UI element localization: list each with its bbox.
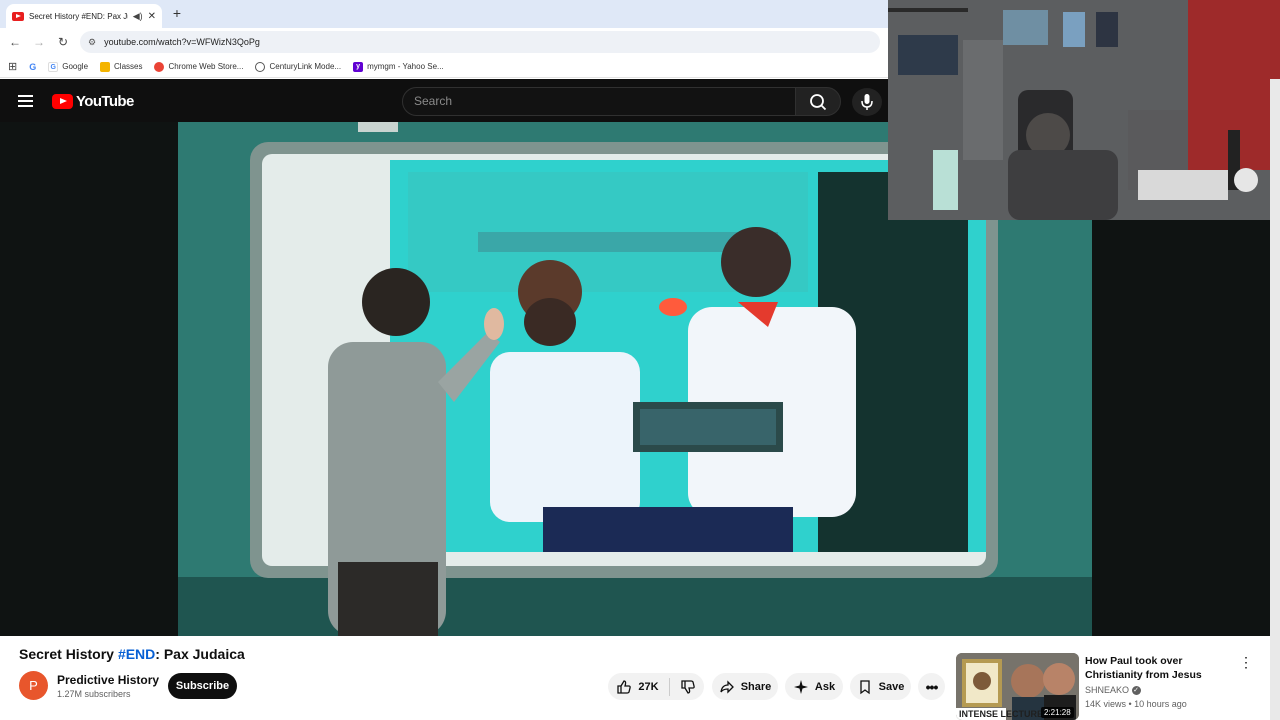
video-title: Secret History #END: Pax Judaica bbox=[19, 646, 245, 662]
share-button[interactable]: Share bbox=[712, 673, 778, 700]
video-title-text: Secret History bbox=[19, 646, 114, 662]
like-icon[interactable] bbox=[616, 679, 632, 695]
webcam-image bbox=[888, 0, 1280, 220]
webcam-overlay bbox=[888, 0, 1280, 220]
close-tab-icon[interactable]: ✕ bbox=[148, 11, 156, 22]
subscriber-count: 1.27M subscribers bbox=[57, 689, 131, 699]
channel-name[interactable]: Predictive History bbox=[57, 673, 159, 687]
subscribe-button[interactable]: Subscribe bbox=[168, 673, 237, 699]
chrome-web-store-icon bbox=[154, 61, 165, 72]
bookmark-label: CenturyLink Mode... bbox=[269, 62, 342, 71]
recommendation-channel[interactable]: SHNEAKO ✓ bbox=[1085, 685, 1141, 696]
bookmark-google-icon[interactable]: G bbox=[29, 62, 36, 72]
like-count[interactable]: 27K bbox=[638, 681, 658, 693]
new-tab-button[interactable]: + bbox=[170, 5, 184, 21]
search-icon bbox=[810, 94, 827, 111]
forward-icon[interactable]: → bbox=[27, 35, 51, 49]
tab-title: Secret History #END: Pax Judaica bbox=[29, 11, 128, 21]
bookmark-item[interactable]: CenturyLink Mode... bbox=[255, 61, 342, 72]
recommendation-meta: 14K views • 10 hours ago bbox=[1085, 699, 1187, 709]
bookmark-label: mymgm - Yahoo Se... bbox=[367, 62, 444, 71]
bookmark-label: Chrome Web Store... bbox=[168, 62, 244, 71]
google-icon: G bbox=[48, 61, 59, 72]
site-info-icon[interactable]: ⚙ bbox=[88, 37, 96, 48]
bookmark-item[interactable]: G Google bbox=[48, 61, 89, 72]
share-label: Share bbox=[740, 680, 772, 693]
microphone-icon bbox=[861, 94, 873, 110]
bookmark-label: Classes bbox=[114, 62, 143, 71]
recommendation-title[interactable]: How Paul took over Christianity from Jes… bbox=[1085, 654, 1235, 682]
bookmark-item[interactable]: Classes bbox=[100, 61, 143, 72]
address-bar[interactable]: ⚙ youtube.com/watch?v=WFWizN3QoPg bbox=[80, 31, 880, 53]
more-vertical-icon[interactable]: ⋮ bbox=[1239, 655, 1253, 669]
video-title-suffix: : Pax Judaica bbox=[155, 646, 245, 662]
speaker-icon[interactable]: ◀) bbox=[133, 11, 143, 22]
browser-tab[interactable]: Secret History #END: Pax Judaica ◀) ✕ bbox=[6, 4, 162, 28]
recommendation-channel-name: SHNEAKO bbox=[1085, 685, 1130, 695]
share-icon bbox=[720, 679, 734, 694]
yahoo-icon: y bbox=[353, 61, 364, 72]
youtube-wordmark: YouTube bbox=[76, 93, 134, 110]
like-dislike-group: 27K bbox=[608, 673, 704, 700]
save-button[interactable]: Save bbox=[850, 673, 911, 700]
dislike-icon[interactable] bbox=[680, 679, 696, 695]
bookmark-label: Google bbox=[62, 62, 89, 71]
hashtag-link[interactable]: #END bbox=[118, 646, 155, 662]
bookmarks-bar: ⊞ G G Google Classes Chrome Web Store... … bbox=[0, 56, 888, 78]
more-actions-button[interactable]: ••• bbox=[918, 673, 945, 700]
globe-icon bbox=[255, 61, 266, 72]
youtube-favicon-icon bbox=[12, 11, 24, 21]
browser-toolbar: ← → ↻ ⚙ youtube.com/watch?v=WFWizN3QoPg bbox=[0, 28, 888, 56]
page-scrollbar[interactable] bbox=[1270, 79, 1280, 720]
youtube-play-icon bbox=[52, 94, 73, 109]
apps-icon[interactable]: ⊞ bbox=[8, 60, 17, 73]
classes-icon bbox=[100, 61, 111, 72]
search-input[interactable]: Search bbox=[402, 87, 796, 116]
bookmark-icon bbox=[859, 679, 870, 694]
verified-icon: ✓ bbox=[1131, 686, 1141, 696]
back-icon[interactable]: ← bbox=[3, 35, 27, 49]
youtube-logo[interactable]: YouTube bbox=[52, 93, 134, 110]
like-divider bbox=[668, 677, 670, 696]
search-button[interactable] bbox=[795, 87, 841, 116]
sparkle-icon bbox=[793, 679, 808, 694]
more-horizontal-icon: ••• bbox=[925, 678, 939, 695]
thumbnail-badge-text: INTENSE LECTURE bbox=[959, 709, 1043, 719]
video-duration: 2:21:28 bbox=[1041, 707, 1074, 718]
ask-button[interactable]: Ask bbox=[785, 673, 843, 700]
save-label: Save bbox=[878, 680, 905, 693]
voice-search-button[interactable] bbox=[852, 88, 882, 116]
address-url: youtube.com/watch?v=WFWizN3QoPg bbox=[104, 37, 260, 47]
reload-icon[interactable]: ↻ bbox=[51, 35, 75, 49]
menu-icon[interactable] bbox=[18, 95, 33, 107]
bookmark-item[interactable]: y mymgm - Yahoo Se... bbox=[353, 61, 444, 72]
ask-label: Ask bbox=[814, 680, 836, 693]
channel-avatar[interactable]: P bbox=[19, 671, 48, 700]
bookmark-item[interactable]: Chrome Web Store... bbox=[154, 61, 244, 72]
